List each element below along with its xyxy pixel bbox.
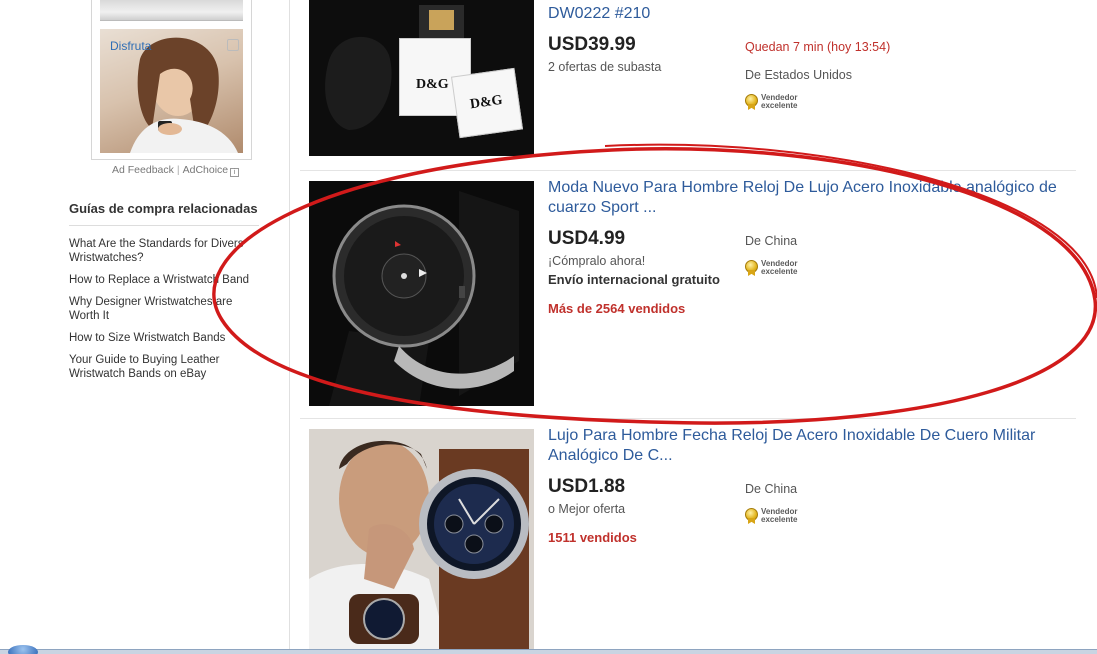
listing-best-offer: o Mejor oferta bbox=[548, 502, 626, 516]
listing-origin: De China bbox=[745, 482, 798, 496]
start-button-icon[interactable] bbox=[8, 645, 38, 654]
column-divider bbox=[289, 0, 290, 654]
listing-thumbnail[interactable] bbox=[309, 181, 534, 406]
guides-list: What Are the Standards for Divers Wristw… bbox=[69, 237, 259, 389]
guide-link[interactable]: Why Designer Wristwatches are Worth It bbox=[69, 295, 259, 323]
ad-feedback-link[interactable]: Ad Feedback bbox=[112, 164, 174, 176]
listing-title-link[interactable]: Lujo Para Hombre Fecha Reloj De Acero In… bbox=[548, 426, 1068, 466]
adchoice-icon[interactable]: i bbox=[230, 168, 240, 177]
listing-origin: De China bbox=[745, 234, 798, 248]
listing-shipping: Envío internacional gratuito bbox=[548, 272, 720, 287]
listing-time-left: Quedan 7 min (hoy 13:54) bbox=[745, 40, 891, 54]
top-rated-seller-badge: Vendedor excelente bbox=[745, 260, 797, 276]
guide-link[interactable]: What Are the Standards for Divers Wristw… bbox=[69, 237, 259, 265]
listing-item: Lujo Para Hombre Fecha Reloj De Acero In… bbox=[300, 420, 1076, 654]
page: Disfruta Ad Feedback | AdChoice i Guías de … bbox=[0, 0, 1097, 654]
listing-item: D&G D&G DW0222 #210 USD39.99 2 ofertas d… bbox=[300, 0, 1076, 170]
man-watch-photo bbox=[309, 429, 534, 654]
medal-icon bbox=[745, 260, 758, 276]
listing-thumbnail[interactable] bbox=[309, 429, 534, 654]
ad-label: Disfruta bbox=[110, 39, 152, 53]
badge-label: Vendedor excelente bbox=[761, 259, 798, 276]
listing-price: USD1.88 bbox=[548, 476, 626, 497]
ad-separator: | bbox=[176, 164, 180, 176]
listing-price: USD39.99 bbox=[548, 34, 636, 55]
dg-logo-text: D&G bbox=[469, 92, 504, 113]
guides-title: Guías de compra relacionadas bbox=[69, 201, 258, 216]
top-rated-seller-badge: Vendedor excelente bbox=[745, 508, 797, 524]
ad-laptop-image[interactable] bbox=[100, 0, 243, 21]
medal-icon bbox=[745, 508, 758, 524]
listing-sold-count: Más de 2564 vendidos bbox=[548, 301, 686, 316]
badge-label: Vendedor excelente bbox=[761, 507, 798, 524]
listing-buy-now: ¡Cómpralo ahora! bbox=[548, 254, 646, 268]
ad-photo[interactable]: Disfruta bbox=[100, 29, 243, 153]
medal-icon bbox=[745, 94, 758, 110]
listing-origin: De Estados Unidos bbox=[745, 68, 853, 82]
listing-bids: 2 ofertas de subasta bbox=[548, 60, 662, 74]
listing-item: Moda Nuevo Para Hombre Reloj De Lujo Ace… bbox=[300, 172, 1076, 418]
dg-box-side: D&G bbox=[450, 67, 524, 139]
adchoice-link[interactable]: AdChoice bbox=[183, 164, 229, 176]
listing-title-link[interactable]: Moda Nuevo Para Hombre Reloj De Lujo Ace… bbox=[548, 178, 1068, 218]
listing-divider bbox=[300, 170, 1076, 171]
guide-link[interactable]: How to Size Wristwatch Bands bbox=[69, 331, 259, 345]
guide-link[interactable]: Your Guide to Buying Leather Wristwatch … bbox=[69, 353, 259, 381]
badge-label: Vendedor excelente bbox=[761, 93, 798, 110]
listing-price: USD4.99 bbox=[548, 228, 626, 249]
listing-divider bbox=[300, 418, 1076, 419]
guide-link[interactable]: How to Replace a Wristwatch Band bbox=[69, 273, 259, 287]
advertisement[interactable]: Disfruta bbox=[91, 0, 252, 160]
black-watch-photo bbox=[309, 181, 534, 406]
top-rated-seller-badge: Vendedor excelente bbox=[745, 94, 797, 110]
listing-title-link[interactable]: DW0222 #210 bbox=[548, 4, 1068, 24]
os-taskbar bbox=[0, 649, 1097, 654]
ad-close-icon[interactable] bbox=[227, 39, 239, 51]
guides-divider bbox=[69, 225, 259, 226]
ad-feedback-bar: Ad Feedback | AdChoice i bbox=[112, 164, 240, 177]
listing-thumbnail[interactable]: D&G D&G bbox=[309, 0, 534, 156]
dg-logo-text: D&G bbox=[416, 77, 449, 92]
listing-sold-count: 1511 vendidos bbox=[548, 530, 637, 545]
